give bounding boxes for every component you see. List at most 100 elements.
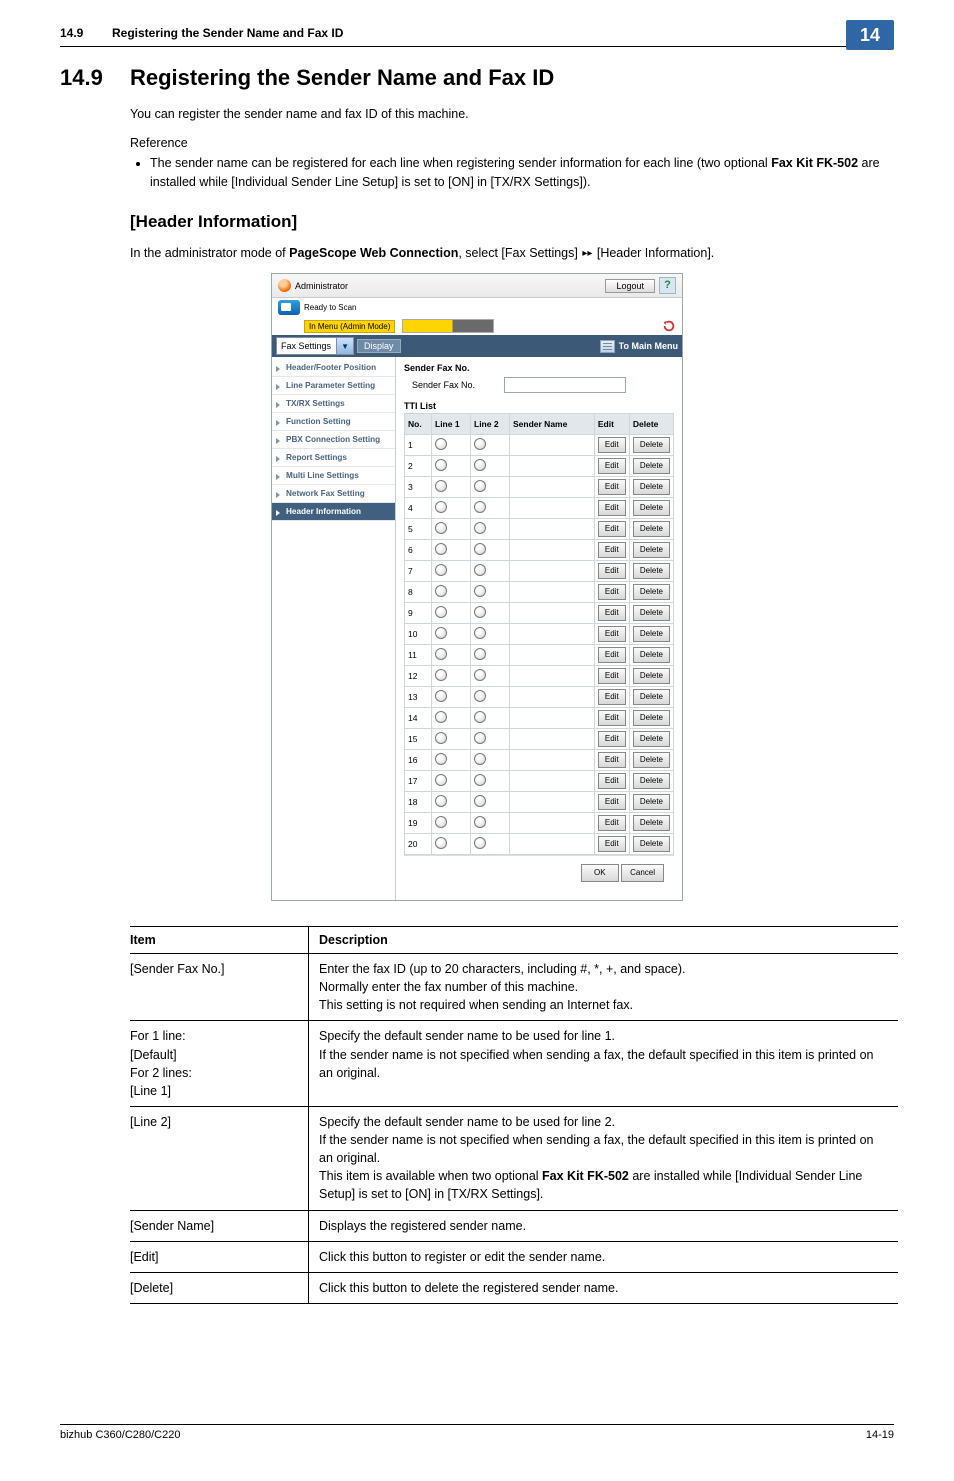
cell-line2[interactable] xyxy=(471,603,510,624)
radio-icon[interactable] xyxy=(474,669,486,681)
radio-icon[interactable] xyxy=(474,690,486,702)
cell-line1[interactable] xyxy=(432,456,471,477)
radio-icon[interactable] xyxy=(435,690,447,702)
sidebar-item[interactable]: Header Information xyxy=(272,503,395,521)
edit-button[interactable]: Edit xyxy=(598,437,626,453)
radio-icon[interactable] xyxy=(435,795,447,807)
radio-icon[interactable] xyxy=(474,732,486,744)
cell-line1[interactable] xyxy=(432,834,471,855)
edit-button[interactable]: Edit xyxy=(598,794,626,810)
edit-button[interactable]: Edit xyxy=(598,731,626,747)
cell-line2[interactable] xyxy=(471,435,510,456)
cell-line2[interactable] xyxy=(471,729,510,750)
radio-icon[interactable] xyxy=(474,480,486,492)
edit-button[interactable]: Edit xyxy=(598,521,626,537)
sidebar-item[interactable]: Network Fax Setting xyxy=(272,485,395,503)
cell-line1[interactable] xyxy=(432,582,471,603)
radio-icon[interactable] xyxy=(435,837,447,849)
to-main-menu-link[interactable]: To Main Menu xyxy=(600,340,678,353)
edit-button[interactable]: Edit xyxy=(598,584,626,600)
cell-line1[interactable] xyxy=(432,540,471,561)
radio-icon[interactable] xyxy=(435,585,447,597)
cell-line1[interactable] xyxy=(432,771,471,792)
radio-icon[interactable] xyxy=(435,543,447,555)
radio-icon[interactable] xyxy=(474,585,486,597)
delete-button[interactable]: Delete xyxy=(633,584,670,600)
radio-icon[interactable] xyxy=(474,648,486,660)
radio-icon[interactable] xyxy=(474,753,486,765)
radio-icon[interactable] xyxy=(435,564,447,576)
edit-button[interactable]: Edit xyxy=(598,668,626,684)
radio-icon[interactable] xyxy=(474,627,486,639)
cell-line1[interactable] xyxy=(432,435,471,456)
sidebar-item[interactable]: Header/Footer Position xyxy=(272,359,395,377)
delete-button[interactable]: Delete xyxy=(633,710,670,726)
cell-line2[interactable] xyxy=(471,540,510,561)
edit-button[interactable]: Edit xyxy=(598,605,626,621)
radio-icon[interactable] xyxy=(435,606,447,618)
delete-button[interactable]: Delete xyxy=(633,752,670,768)
cell-line1[interactable] xyxy=(432,666,471,687)
radio-icon[interactable] xyxy=(474,606,486,618)
delete-button[interactable]: Delete xyxy=(633,794,670,810)
cell-line2[interactable] xyxy=(471,750,510,771)
radio-icon[interactable] xyxy=(435,774,447,786)
cell-line2[interactable] xyxy=(471,771,510,792)
radio-icon[interactable] xyxy=(435,816,447,828)
category-select[interactable]: Fax Settings ▼ xyxy=(276,337,354,355)
cell-line1[interactable] xyxy=(432,813,471,834)
edit-button[interactable]: Edit xyxy=(598,542,626,558)
cell-line2[interactable] xyxy=(471,498,510,519)
radio-icon[interactable] xyxy=(474,438,486,450)
delete-button[interactable]: Delete xyxy=(633,731,670,747)
edit-button[interactable]: Edit xyxy=(598,689,626,705)
edit-button[interactable]: Edit xyxy=(598,647,626,663)
radio-icon[interactable] xyxy=(435,522,447,534)
cell-line2[interactable] xyxy=(471,477,510,498)
cell-line2[interactable] xyxy=(471,624,510,645)
cell-line2[interactable] xyxy=(471,645,510,666)
delete-button[interactable]: Delete xyxy=(633,773,670,789)
refresh-icon[interactable] xyxy=(662,319,676,333)
cell-line2[interactable] xyxy=(471,792,510,813)
edit-button[interactable]: Edit xyxy=(598,815,626,831)
edit-button[interactable]: Edit xyxy=(598,773,626,789)
radio-icon[interactable] xyxy=(474,774,486,786)
delete-button[interactable]: Delete xyxy=(633,836,670,852)
radio-icon[interactable] xyxy=(435,711,447,723)
edit-button[interactable]: Edit xyxy=(598,836,626,852)
radio-icon[interactable] xyxy=(474,564,486,576)
sidebar-item[interactable]: Line Parameter Setting xyxy=(272,377,395,395)
cell-line1[interactable] xyxy=(432,624,471,645)
radio-icon[interactable] xyxy=(435,732,447,744)
cell-line2[interactable] xyxy=(471,834,510,855)
cell-line1[interactable] xyxy=(432,729,471,750)
radio-icon[interactable] xyxy=(474,711,486,723)
cell-line2[interactable] xyxy=(471,456,510,477)
cell-line1[interactable] xyxy=(432,792,471,813)
cell-line1[interactable] xyxy=(432,561,471,582)
radio-icon[interactable] xyxy=(435,480,447,492)
radio-icon[interactable] xyxy=(474,795,486,807)
cell-line2[interactable] xyxy=(471,708,510,729)
cell-line1[interactable] xyxy=(432,519,471,540)
sidebar-item[interactable]: Function Setting xyxy=(272,413,395,431)
delete-button[interactable]: Delete xyxy=(633,563,670,579)
display-button[interactable]: Display xyxy=(357,339,401,353)
radio-icon[interactable] xyxy=(435,459,447,471)
delete-button[interactable]: Delete xyxy=(633,815,670,831)
radio-icon[interactable] xyxy=(435,501,447,513)
logout-button[interactable]: Logout xyxy=(605,279,655,293)
delete-button[interactable]: Delete xyxy=(633,542,670,558)
edit-button[interactable]: Edit xyxy=(598,563,626,579)
edit-button[interactable]: Edit xyxy=(598,710,626,726)
edit-button[interactable]: Edit xyxy=(598,752,626,768)
delete-button[interactable]: Delete xyxy=(633,668,670,684)
cell-line1[interactable] xyxy=(432,477,471,498)
radio-icon[interactable] xyxy=(474,837,486,849)
cell-line2[interactable] xyxy=(471,813,510,834)
help-icon[interactable]: ? xyxy=(659,277,676,294)
sidebar-item[interactable]: PBX Connection Setting xyxy=(272,431,395,449)
radio-icon[interactable] xyxy=(435,669,447,681)
radio-icon[interactable] xyxy=(474,501,486,513)
